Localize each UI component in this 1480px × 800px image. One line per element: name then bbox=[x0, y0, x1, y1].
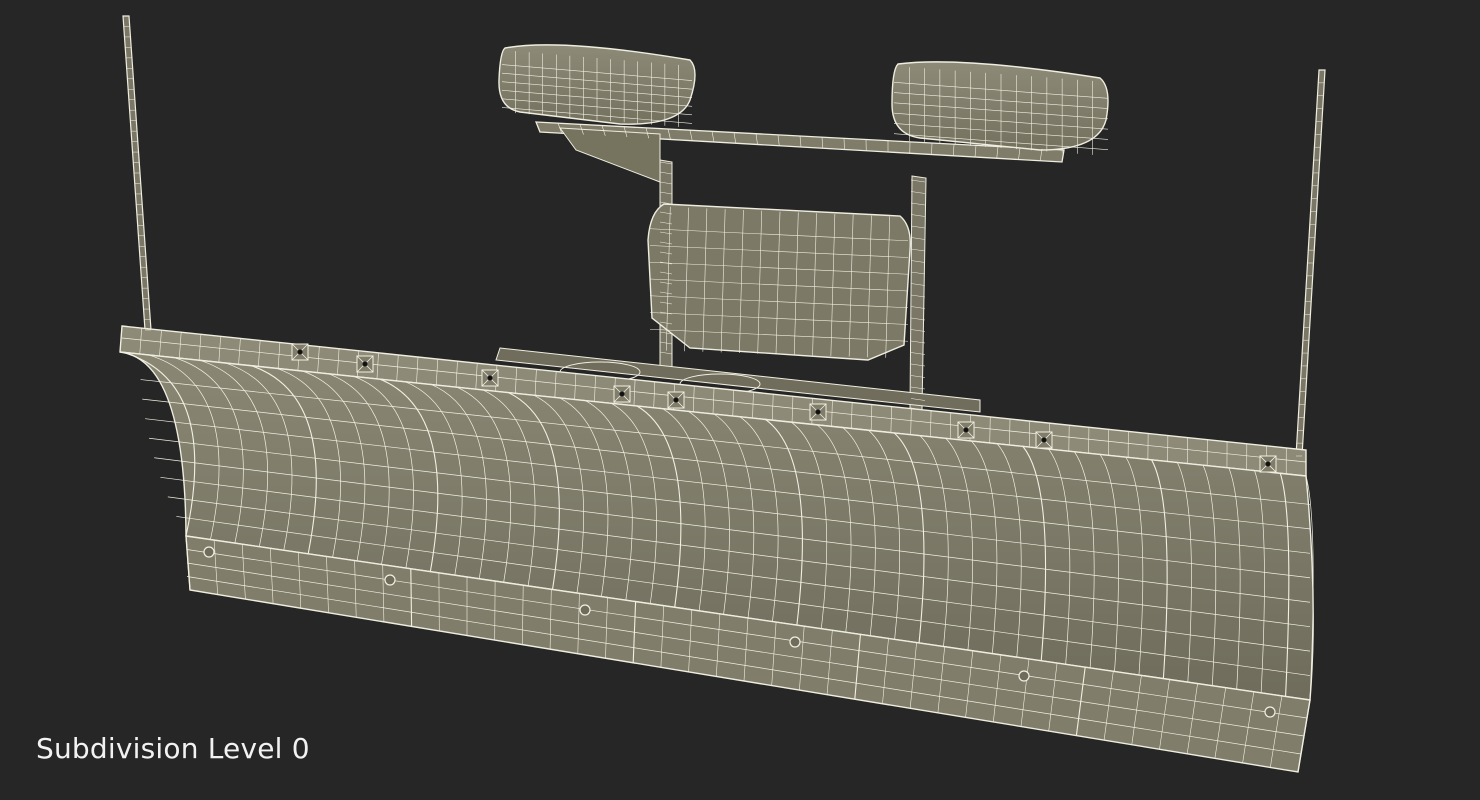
rail-bracket bbox=[667, 391, 685, 409]
edge-bolt bbox=[1264, 706, 1276, 718]
render-viewport: Subdivision Level 0 bbox=[0, 0, 1480, 800]
rail-bracket bbox=[809, 403, 827, 421]
rail-bracket bbox=[1259, 455, 1277, 473]
edge-bolt bbox=[203, 546, 215, 558]
edge-bolt bbox=[789, 636, 801, 648]
subdivision-level-label: Subdivision Level 0 bbox=[36, 732, 310, 765]
edge-bolt bbox=[579, 604, 591, 616]
rail-bracket bbox=[957, 421, 975, 439]
rail-bracket bbox=[356, 355, 374, 373]
edge-bolt bbox=[1018, 670, 1030, 682]
rail-bracket bbox=[481, 369, 499, 387]
rail-bracket bbox=[291, 343, 309, 361]
rail-bracket bbox=[613, 385, 631, 403]
rail-bracket bbox=[1035, 431, 1053, 449]
edge-bolt bbox=[384, 574, 396, 586]
snow-plow-wireframe-render bbox=[119, 15, 1326, 773]
